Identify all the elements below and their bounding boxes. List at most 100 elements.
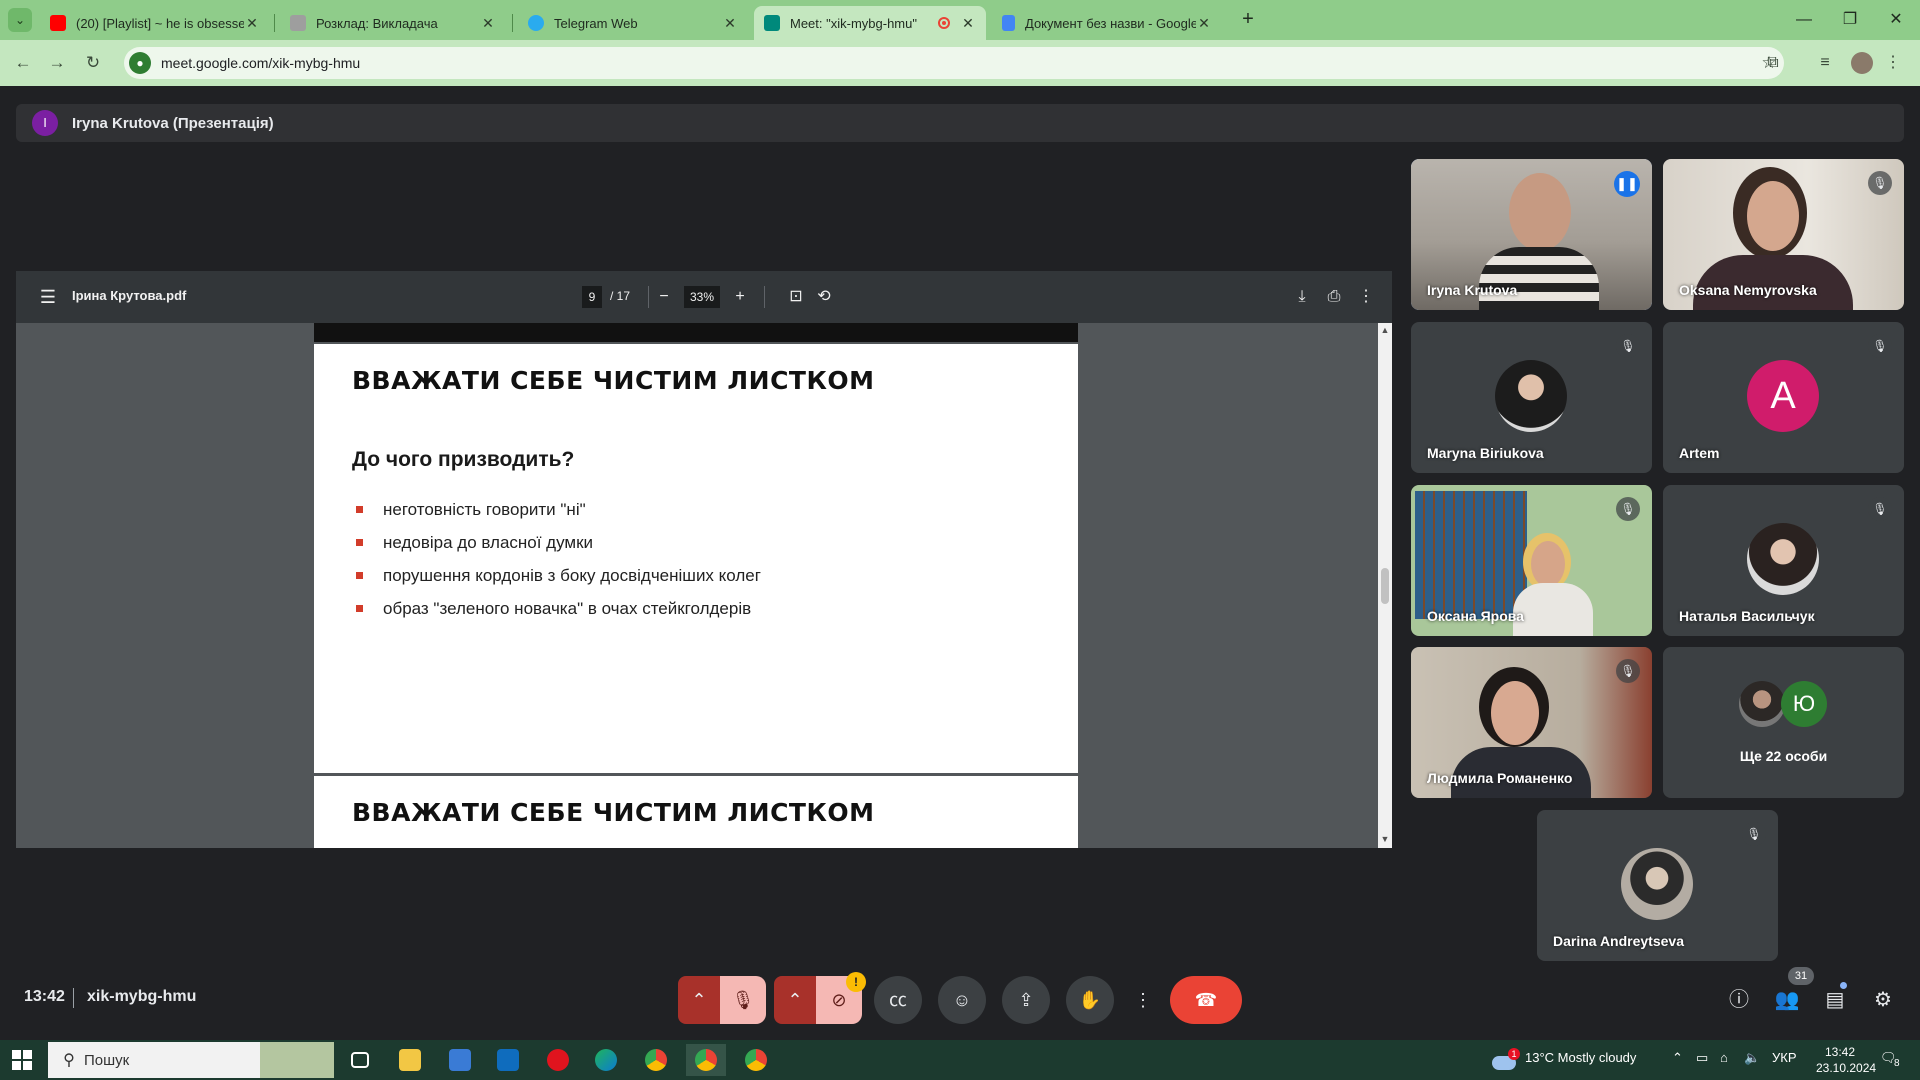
browser-menu-icon[interactable]: ⋮ — [1880, 51, 1906, 75]
participant-tile[interactable]: 🎙 Людмила Романенко — [1411, 647, 1652, 798]
presenter-avatar: I — [32, 110, 58, 136]
list-item: порушення кордонів з боку досвідченіших … — [352, 559, 761, 592]
taskbar-clock[interactable]: 13:42 23.10.2024 — [1816, 1044, 1876, 1076]
activities-icon[interactable]: ⚙ — [1868, 986, 1898, 1014]
weather-widget[interactable]: 1 — [1492, 1048, 1520, 1070]
tab-search-button[interactable]: ⌄ — [8, 8, 32, 32]
close-window-button[interactable]: ✕ — [1876, 8, 1916, 32]
participant-tile[interactable]: 🎙 Darina Andreytseva — [1537, 810, 1778, 961]
captions-button[interactable]: ㏄ — [874, 976, 922, 1024]
close-tab-icon[interactable]: ✕ — [480, 15, 496, 32]
pdf-scrollbar[interactable]: ▲ ▼ — [1378, 323, 1392, 848]
scroll-down-icon[interactable]: ▼ — [1378, 834, 1392, 846]
volume-icon[interactable]: 🔈 — [1744, 1050, 1760, 1066]
more-participants-tile[interactable]: Ю Ще 22 особи — [1663, 647, 1904, 798]
profile-avatar[interactable] — [1851, 52, 1873, 74]
restore-button[interactable]: ❐ — [1830, 8, 1870, 32]
edge-icon — [595, 1048, 617, 1071]
more-vert-icon: ⋮ — [1134, 990, 1152, 1010]
raise-hand-button[interactable]: ✋ — [1066, 976, 1114, 1024]
network-icon[interactable]: ⌂ — [1720, 1050, 1728, 1065]
download-icon[interactable]: ⤓ — [1290, 285, 1314, 309]
participant-tile[interactable]: 🎙 Наталья Васильчук — [1663, 485, 1904, 636]
new-tab-button[interactable]: + — [1236, 8, 1260, 32]
taskbar-search[interactable]: ⚲ Пошук — [48, 1042, 334, 1078]
folder-icon — [399, 1048, 421, 1071]
taskbar-file-explorer[interactable] — [390, 1044, 430, 1076]
tab-telegram[interactable]: Telegram Web ✕ — [518, 6, 748, 40]
mic-off-icon: 🎙 — [1868, 334, 1892, 358]
present-icon: ⇪ — [1018, 990, 1034, 1010]
people-icon[interactable]: 👥 — [1772, 986, 1802, 1014]
present-screen-button[interactable]: ⇪ — [1002, 976, 1050, 1024]
taskbar-chrome-profile[interactable] — [736, 1044, 776, 1076]
reload-button[interactable]: ↻ — [80, 51, 106, 75]
microphone-button[interactable]: 🎙 — [720, 976, 766, 1024]
meeting-details-icon[interactable]: ⓘ — [1724, 986, 1754, 1014]
address-bar[interactable]: ● meet.google.com/xik-mybg-hmu ☆ — [124, 47, 1784, 79]
forward-button[interactable]: → — [44, 51, 70, 75]
url-text[interactable]: meet.google.com/xik-mybg-hmu — [161, 55, 1754, 71]
taskbar-mail[interactable] — [488, 1044, 528, 1076]
more-options-icon[interactable]: ⋮ — [1354, 285, 1378, 309]
meet-tray-icon[interactable]: ▭ — [1696, 1050, 1708, 1066]
participant-clothing — [1479, 247, 1599, 310]
more-participants-label: Ще 22 особи — [1739, 748, 1828, 764]
back-button[interactable]: ← — [10, 51, 36, 75]
participant-tile[interactable]: ❚❚ Iryna Krutova — [1411, 159, 1652, 310]
close-tab-icon[interactable]: ✕ — [1196, 15, 1212, 32]
leave-call-button[interactable]: ☎ — [1170, 976, 1242, 1024]
scroll-up-icon[interactable]: ▲ — [1378, 325, 1392, 337]
language-indicator[interactable]: УКР — [1772, 1050, 1797, 1065]
zoom-out-button[interactable]: − — [652, 285, 676, 309]
taskbar-store[interactable] — [440, 1044, 480, 1076]
participant-tile[interactable]: 🎙 Оксана Ярова — [1411, 485, 1652, 636]
weather-text[interactable]: 13°C Mostly cloudy — [1525, 1050, 1636, 1065]
tray-overflow-icon[interactable]: ⌃ — [1672, 1050, 1683, 1066]
scrollbar-thumb[interactable] — [1381, 568, 1389, 604]
opera-icon — [547, 1048, 569, 1071]
participant-tile[interactable]: A 🎙 Artem — [1663, 322, 1904, 473]
reactions-button[interactable]: ☺ — [938, 976, 986, 1024]
tab-youtube[interactable]: (20) [Playlist] ~ he is obsessed ✕ — [40, 6, 270, 40]
close-tab-icon[interactable]: ✕ — [960, 15, 976, 32]
recording-icon — [938, 17, 950, 29]
zoom-in-button[interactable]: + — [728, 285, 752, 309]
mic-active-icon[interactable]: ● — [129, 52, 151, 74]
bullet-text: недовіра до власної думки — [383, 532, 594, 552]
taskbar-opera[interactable] — [538, 1044, 578, 1076]
video-options-button[interactable]: ⌃ — [774, 976, 816, 1024]
taskbar-chrome[interactable] — [636, 1044, 676, 1076]
print-icon[interactable]: ⎙ — [1322, 285, 1346, 309]
taskbar-edge[interactable] — [586, 1044, 626, 1076]
mail-icon — [497, 1048, 519, 1071]
task-view-button[interactable] — [340, 1044, 380, 1076]
close-tab-icon[interactable]: ✕ — [722, 15, 738, 32]
bullet-icon — [356, 572, 363, 579]
zoom-input[interactable]: 33% — [684, 286, 720, 308]
mic-off-icon: 🎙 — [1868, 497, 1892, 521]
audio-options-button[interactable]: ⌃ — [678, 976, 720, 1024]
participant-face — [1491, 681, 1539, 745]
chrome-icon — [695, 1048, 717, 1071]
participant-tile[interactable]: 🎙 Oksana Nemyrovska — [1663, 159, 1904, 310]
participant-face — [1747, 181, 1799, 251]
tab-google-doc[interactable]: Документ без назви - Google ✕ — [992, 6, 1222, 40]
chat-icon[interactable]: ▤ — [1820, 986, 1850, 1014]
page-number-input[interactable]: 9 — [582, 286, 602, 308]
more-options-button[interactable]: ⋮ — [1130, 976, 1156, 1024]
participant-tile[interactable]: 🎙 Maryna Biriukova — [1411, 322, 1652, 473]
rotate-icon[interactable]: ⟲ — [812, 285, 836, 309]
participant-name: Maryna Biriukova — [1427, 445, 1544, 461]
windows-start-icon[interactable] — [12, 1050, 32, 1070]
minimize-button[interactable]: — — [1784, 8, 1824, 32]
close-tab-icon[interactable]: ✕ — [244, 15, 260, 32]
media-control-icon[interactable]: ≡ — [1812, 51, 1838, 75]
participant-count-badge: 31 — [1788, 967, 1814, 985]
fit-to-page-icon[interactable]: ⊡ — [784, 285, 808, 309]
extensions-icon[interactable]: ⧉ — [1760, 51, 1786, 75]
taskbar-chrome-profile-active[interactable] — [686, 1044, 726, 1076]
menu-icon[interactable]: ☰ — [36, 285, 60, 309]
tab-schedule[interactable]: Розклад: Викладача ✕ — [280, 6, 506, 40]
tab-meet[interactable]: Meet: "xik-mybg-hmu" ✕ — [754, 6, 986, 40]
